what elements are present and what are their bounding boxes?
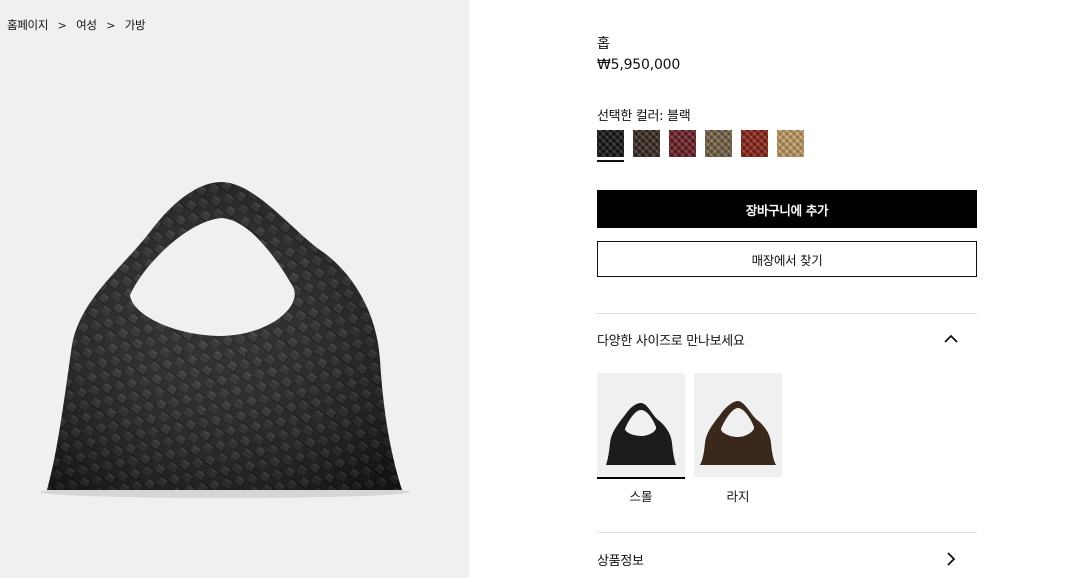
divider (597, 313, 977, 314)
breadcrumb-women[interactable]: 여성 (76, 17, 97, 33)
product-info-toggle[interactable]: 상품정보 (597, 549, 977, 569)
chevron-right-icon (947, 552, 956, 566)
size-option-small[interactable]: 스몰 (597, 373, 685, 505)
color-swatch-olive-brown[interactable] (705, 130, 732, 157)
breadcrumb-bags[interactable]: 가방 (125, 17, 146, 33)
color-swatch-burgundy[interactable] (669, 130, 696, 157)
breadcrumb: 홈페이지 > 여성 > 가방 (7, 17, 146, 33)
breadcrumb-home[interactable]: 홈페이지 (7, 17, 48, 33)
sizes-section-title: 다양한 사이즈로 만나보세요 (597, 333, 745, 349)
product-image-pane: 홈페이지 > 여성 > 가방 (0, 0, 469, 578)
size-label: 스몰 (629, 489, 653, 504)
add-to-cart-button[interactable]: 장바구니에 추가 (597, 190, 977, 228)
product-name: 홉 (597, 36, 610, 52)
size-label: 라지 (726, 489, 750, 504)
color-swatch-red-brown[interactable] (741, 130, 768, 157)
chevron-up-icon (944, 334, 958, 343)
size-thumbnail (694, 373, 782, 477)
sizes-section-toggle[interactable]: 다양한 사이즈로 만나보세요 (597, 329, 977, 349)
find-in-store-button[interactable]: 매장에서 찾기 (597, 241, 977, 277)
chevron-right-icon: > (106, 18, 116, 32)
color-swatch-black[interactable] (597, 130, 624, 162)
color-swatch-dark-brown[interactable] (633, 130, 660, 157)
color-swatches (597, 130, 813, 162)
product-info-title: 상품정보 (597, 553, 644, 569)
product-image (40, 182, 410, 498)
size-options: 스몰 라지 (597, 373, 791, 505)
size-thumbnail (597, 373, 685, 477)
product-price: ₩5,950,000 (597, 57, 681, 73)
divider (597, 532, 977, 533)
color-swatch-tan[interactable] (777, 130, 804, 157)
selected-indicator (597, 477, 685, 479)
size-option-large[interactable]: 라지 (694, 373, 782, 505)
chevron-right-icon: > (57, 18, 67, 32)
selected-color-label: 선택한 컬러: 블랙 (597, 109, 691, 124)
product-page: 홈페이지 > 여성 > 가방 홉 ₩5,950,000 선택한 컬러: 블랙 장… (0, 0, 1076, 578)
selected-indicator (694, 477, 782, 479)
